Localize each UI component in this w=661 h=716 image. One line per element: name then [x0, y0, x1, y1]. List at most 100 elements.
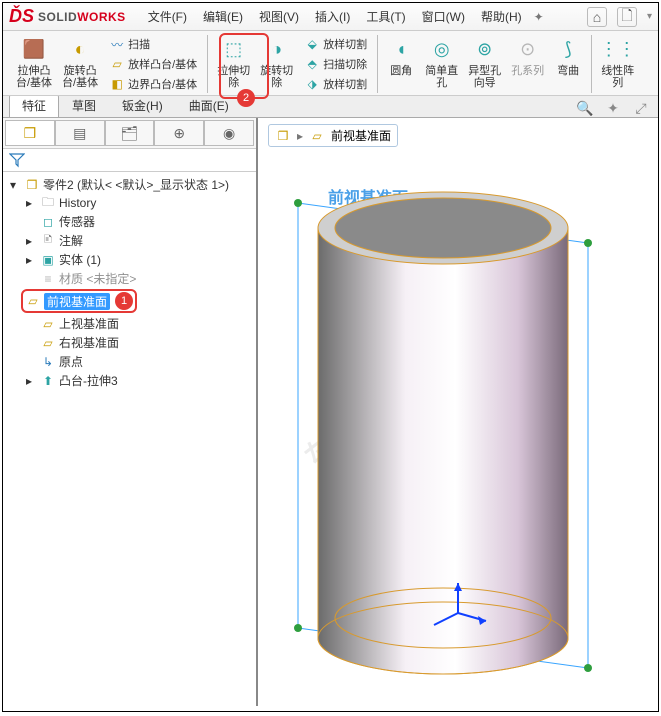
tree-bodies[interactable]: ▸ ▣ 实体 (1)	[5, 250, 254, 269]
menubar: ĎS SOLIDWORKS 文件(F) 编辑(E) 视图(V) 插入(I) 工具…	[3, 3, 658, 31]
menu-help[interactable]: 帮助(H)	[473, 4, 530, 29]
feature-tree-icon: ❒	[24, 125, 37, 142]
tab-feature[interactable]: 特征	[9, 93, 59, 117]
panel-tab-dimxpert[interactable]: ⊕	[154, 120, 204, 146]
viewport-3d[interactable]: ❒ ▸ ▱ 前视基准面 软件自学网	[258, 118, 658, 706]
tree-front-plane[interactable]: ▱ 前视基准面 1	[5, 288, 254, 314]
simple-hole-icon: ◎	[429, 37, 455, 63]
menu-view[interactable]: 视图(V)	[251, 4, 307, 29]
expand-arrow-icon[interactable]: ▸	[21, 195, 37, 211]
panel-tab-display[interactable]: ◉	[204, 120, 254, 146]
display-icon: ◉	[223, 125, 235, 142]
menubar-right: ⌂ 🗋 ▾	[587, 7, 652, 27]
loft-icon: ▱	[109, 56, 125, 72]
tree-feature-extrude3[interactable]: ▸ ⬆ 凸台-拉伸3	[5, 371, 254, 390]
linear-pattern-icon: ⋮⋮	[605, 37, 631, 63]
app-window: ĎS SOLIDWORKS 文件(F) 编辑(E) 视图(V) 插入(I) 工具…	[2, 2, 659, 712]
cut-loft-button[interactable]: ⬘扫描切除	[302, 55, 369, 73]
simple-hole-button[interactable]: ◎ 简单直 孔	[420, 35, 463, 93]
ribbon-toolbar: 🟫 拉伸凸 台/基体 ◐ 旋转凸 台/基体 〰扫描 ▱放样凸台/基体 ◧边界凸台…	[3, 31, 658, 96]
panel-tab-feature-tree[interactable]: ❒	[5, 120, 55, 146]
linear-pattern-button[interactable]: ⋮⋮ 线性阵 列	[596, 35, 639, 93]
fillet-button[interactable]: ◖ 圆角	[382, 35, 420, 93]
view-orientation-icon[interactable]: ✦	[604, 99, 622, 117]
new-doc-icon[interactable]: 🗋	[617, 7, 637, 27]
extrude-boss-icon: 🟫	[21, 37, 47, 63]
solidworks-logo-icon: ĎS	[9, 6, 34, 27]
expand-arrow-icon[interactable]: ▸	[21, 373, 37, 389]
feature-tree[interactable]: ▾ ❒ 零件2 (默认< <默认>_显示状态 1>) ▸ 🗀 History ◻…	[3, 172, 256, 706]
tree-right-plane[interactable]: ▱ 右视基准面	[5, 333, 254, 352]
boundary-icon: ◧	[109, 76, 125, 92]
tree-annotations[interactable]: ▸ 🗈 注解	[5, 231, 254, 250]
chevron-right-icon: ▸	[297, 129, 303, 143]
tree-sensors[interactable]: ◻ 传感器	[5, 212, 254, 231]
feature-tabs: 特征 草图 钣金(H) 曲面(E) 🔍 ✦ ⤢	[3, 96, 658, 118]
collapse-icon[interactable]: ▾	[5, 177, 21, 193]
dropdown-arrow-icon[interactable]: ▾	[647, 11, 652, 22]
sweep-icon: 〰	[109, 36, 125, 52]
menu-file[interactable]: 文件(F)	[140, 4, 195, 29]
extrude-boss-button[interactable]: 🟫 拉伸凸 台/基体	[11, 35, 57, 93]
hole-wizard-button[interactable]: ⊚ 异型孔 向导	[463, 35, 506, 93]
annotation-highlight-1: ▱ 前视基准面 1	[21, 289, 137, 313]
revolve-boss-icon: ◐	[67, 37, 93, 63]
plane-icon: ▱	[25, 293, 41, 309]
hole-series-button[interactable]: ⊙ 孔系列	[506, 35, 549, 93]
cylinder-model[interactable]: 前视基准面	[278, 158, 638, 698]
menu-tools[interactable]: 工具(T)	[358, 4, 413, 29]
tab-sheetmetal[interactable]: 钣金(H)	[109, 93, 176, 117]
hole-series-icon: ⊙	[515, 37, 541, 63]
feature-manager-panel: ❒ ▤ 🗂 ⊕ ◉ ▾ ❒ 零件2 (默认< <默认>_显示状态 1>) ▸ 🗀	[3, 118, 258, 706]
config-icon: 🗂	[121, 125, 139, 142]
cut-sweep-icon: ⬙	[304, 36, 320, 52]
breadcrumb-label: 前视基准面	[331, 127, 391, 144]
ribbon-group-hole: ◖ 圆角 ◎ 简单直 孔 ⊚ 异型孔 向导 ⊙ 孔系列 ⟆ 弯曲	[378, 35, 592, 93]
boundary-button[interactable]: ◧边界凸台/基体	[107, 75, 199, 93]
app-name: SOLIDWORKS	[38, 10, 126, 24]
part-icon: ❒	[24, 177, 40, 193]
plane-icon: ▱	[40, 316, 56, 332]
plane-icon: ▱	[309, 128, 325, 144]
extrude-feature-icon: ⬆	[40, 373, 56, 389]
bend-button[interactable]: ⟆ 弯曲	[549, 35, 587, 93]
panel-tab-strip: ❒ ▤ 🗂 ⊕ ◉	[3, 118, 256, 149]
tree-material[interactable]: ≡ 材质 <未指定>	[5, 269, 254, 288]
main-split: ❒ ▤ 🗂 ⊕ ◉ ▾ ❒ 零件2 (默认< <默认>_显示状态 1>) ▸ 🗀	[3, 118, 658, 706]
menu-insert[interactable]: 插入(I)	[307, 4, 358, 29]
annotation-icon: 🗈	[40, 233, 56, 249]
tree-top-plane[interactable]: ▱ 上视基准面	[5, 314, 254, 333]
folder-icon: 🗀	[40, 195, 56, 211]
plane-icon: ▱	[40, 335, 56, 351]
search-icon[interactable]: 🔍	[576, 99, 594, 117]
annotation-badge-2: 2	[237, 89, 255, 107]
tree-root[interactable]: ▾ ❒ 零件2 (默认< <默认>_显示状态 1>)	[5, 175, 254, 194]
tree-history[interactable]: ▸ 🗀 History	[5, 194, 254, 212]
star-icon[interactable]: ✦	[534, 10, 544, 24]
material-icon: ≡	[40, 271, 56, 287]
cut-boundary-icon: ⬗	[304, 76, 320, 92]
selection-breadcrumb[interactable]: ❒ ▸ ▱ 前视基准面	[268, 124, 398, 147]
expand-icon[interactable]: ⤢	[632, 99, 650, 117]
panel-tab-property[interactable]: ▤	[55, 120, 105, 146]
expand-arrow-icon[interactable]: ▸	[21, 252, 37, 268]
sweep-button[interactable]: 〰扫描	[107, 35, 199, 53]
loft-button[interactable]: ▱放样凸台/基体	[107, 55, 199, 73]
expand-arrow-icon[interactable]: ▸	[21, 233, 37, 249]
tab-sketch[interactable]: 草图	[59, 93, 109, 117]
target-icon: ⊕	[173, 125, 185, 142]
ribbon-group-features: 🟫 拉伸凸 台/基体 ◐ 旋转凸 台/基体 〰扫描 ▱放样凸台/基体 ◧边界凸台…	[7, 35, 208, 93]
panel-tab-config[interactable]: 🗂	[105, 120, 155, 146]
cut-sweep-button[interactable]: ⬙放样切割	[302, 35, 369, 53]
property-icon: ▤	[73, 125, 86, 142]
menu-edit[interactable]: 编辑(E)	[195, 4, 251, 29]
menu-window[interactable]: 窗口(W)	[414, 4, 473, 29]
sensor-icon: ◻	[40, 214, 56, 230]
hole-wizard-icon: ⊚	[472, 37, 498, 63]
home-icon[interactable]: ⌂	[587, 7, 607, 27]
tree-origin[interactable]: ↳ 原点	[5, 352, 254, 371]
annotation-badge-1: 1	[115, 292, 133, 310]
filter-bar[interactable]	[3, 149, 256, 172]
revolve-boss-button[interactable]: ◐ 旋转凸 台/基体	[57, 35, 103, 93]
cut-boundary-button[interactable]: ⬗放样切割	[302, 75, 369, 93]
